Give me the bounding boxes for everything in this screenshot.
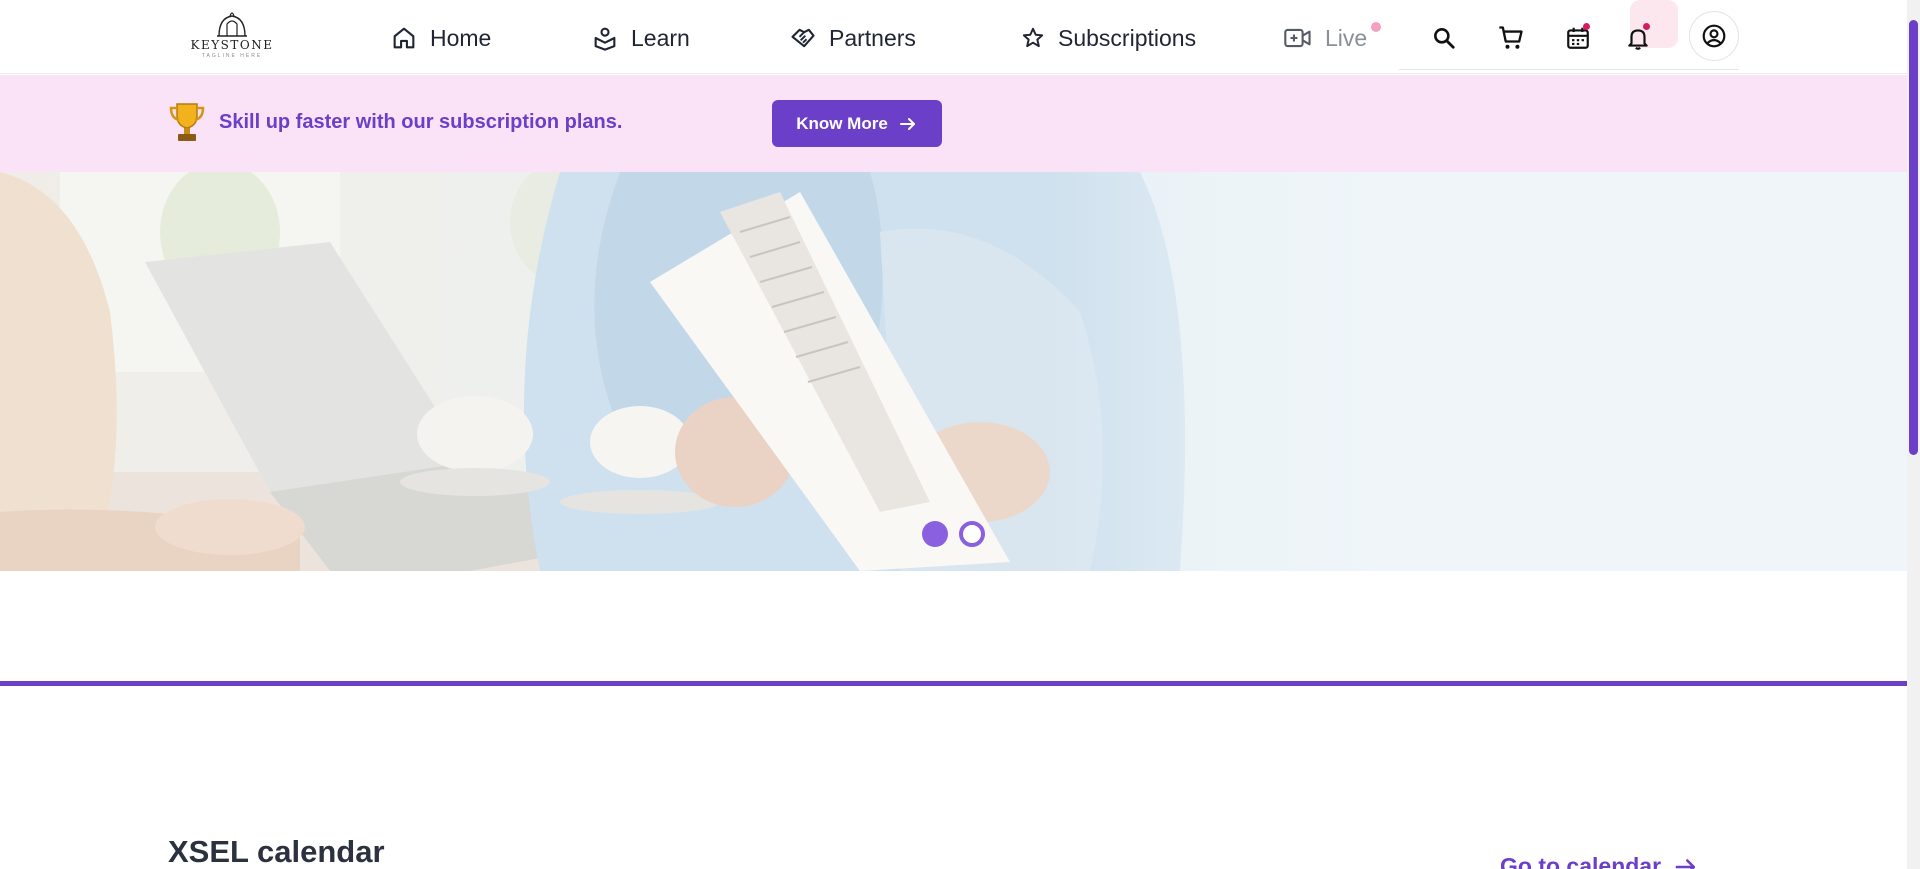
hero-carousel xyxy=(0,172,1907,571)
cart-button[interactable] xyxy=(1487,14,1535,62)
know-more-button[interactable]: Know More xyxy=(772,100,942,147)
scrollbar-thumb[interactable] xyxy=(1909,20,1918,455)
calendar-section-title: XSEL calendar xyxy=(168,834,385,869)
icons-divider xyxy=(1399,69,1739,70)
nav-subscriptions-label: Subscriptions xyxy=(1058,24,1197,51)
calendar-notification-dot xyxy=(1583,23,1590,30)
logo-wordmark: KEYSTONE xyxy=(190,38,274,52)
nav-learn[interactable]: Learn xyxy=(591,20,690,56)
nav-home-label: Home xyxy=(430,24,492,51)
nav-live[interactable]: Live xyxy=(1283,20,1382,56)
section-divider xyxy=(0,681,1907,686)
promo-message: Skill up faster with our subscription pl… xyxy=(219,111,623,133)
logo-emblem-icon xyxy=(217,12,247,37)
nav-live-label: Live xyxy=(1325,24,1368,51)
hero-office-photo xyxy=(0,172,1907,571)
logo-tagline: TAGLINE HERE xyxy=(201,53,263,59)
subscription-promo-banner: Skill up faster with our subscription pl… xyxy=(0,75,1907,172)
go-to-calendar-link[interactable]: Go to calendar xyxy=(1500,853,1699,869)
arrow-right-icon xyxy=(1675,858,1696,869)
nav-partners-label: Partners xyxy=(829,24,916,51)
carousel-dot-2[interactable] xyxy=(959,521,985,547)
go-to-calendar-label: Go to calendar xyxy=(1500,853,1662,869)
arrow-right-icon xyxy=(899,117,915,130)
vertical-scrollbar[interactable] xyxy=(1907,0,1920,869)
notification-dot xyxy=(1643,23,1650,30)
carousel-dot-1[interactable] xyxy=(922,521,948,547)
nav-learn-label: Learn xyxy=(631,24,690,51)
star-icon xyxy=(1022,27,1044,48)
profile-button[interactable] xyxy=(1689,11,1739,61)
handshake-icon xyxy=(791,28,815,48)
live-indicator-dot xyxy=(1371,22,1382,32)
learn-icon xyxy=(594,27,616,51)
user-icon xyxy=(1702,24,1726,48)
nav-home[interactable]: Home xyxy=(390,20,491,56)
search-icon xyxy=(1434,28,1455,49)
nav-subscriptions[interactable]: Subscriptions xyxy=(1020,20,1196,56)
know-more-label: Know More xyxy=(796,113,888,133)
home-icon xyxy=(393,27,415,49)
video-camera-icon xyxy=(1284,28,1311,48)
nav-partners[interactable]: Partners xyxy=(789,20,916,56)
keystone-logo[interactable]: KEYSTONE TAGLINE HERE xyxy=(186,10,278,60)
notifications-button[interactable] xyxy=(1614,14,1662,62)
cart-icon xyxy=(1499,26,1523,49)
trophy-icon xyxy=(169,103,205,141)
search-button[interactable] xyxy=(1420,14,1468,62)
top-navigation-bar: KEYSTONE TAGLINE HERE Home Learn Partner… xyxy=(0,0,1907,74)
calendar-button[interactable] xyxy=(1554,14,1602,62)
